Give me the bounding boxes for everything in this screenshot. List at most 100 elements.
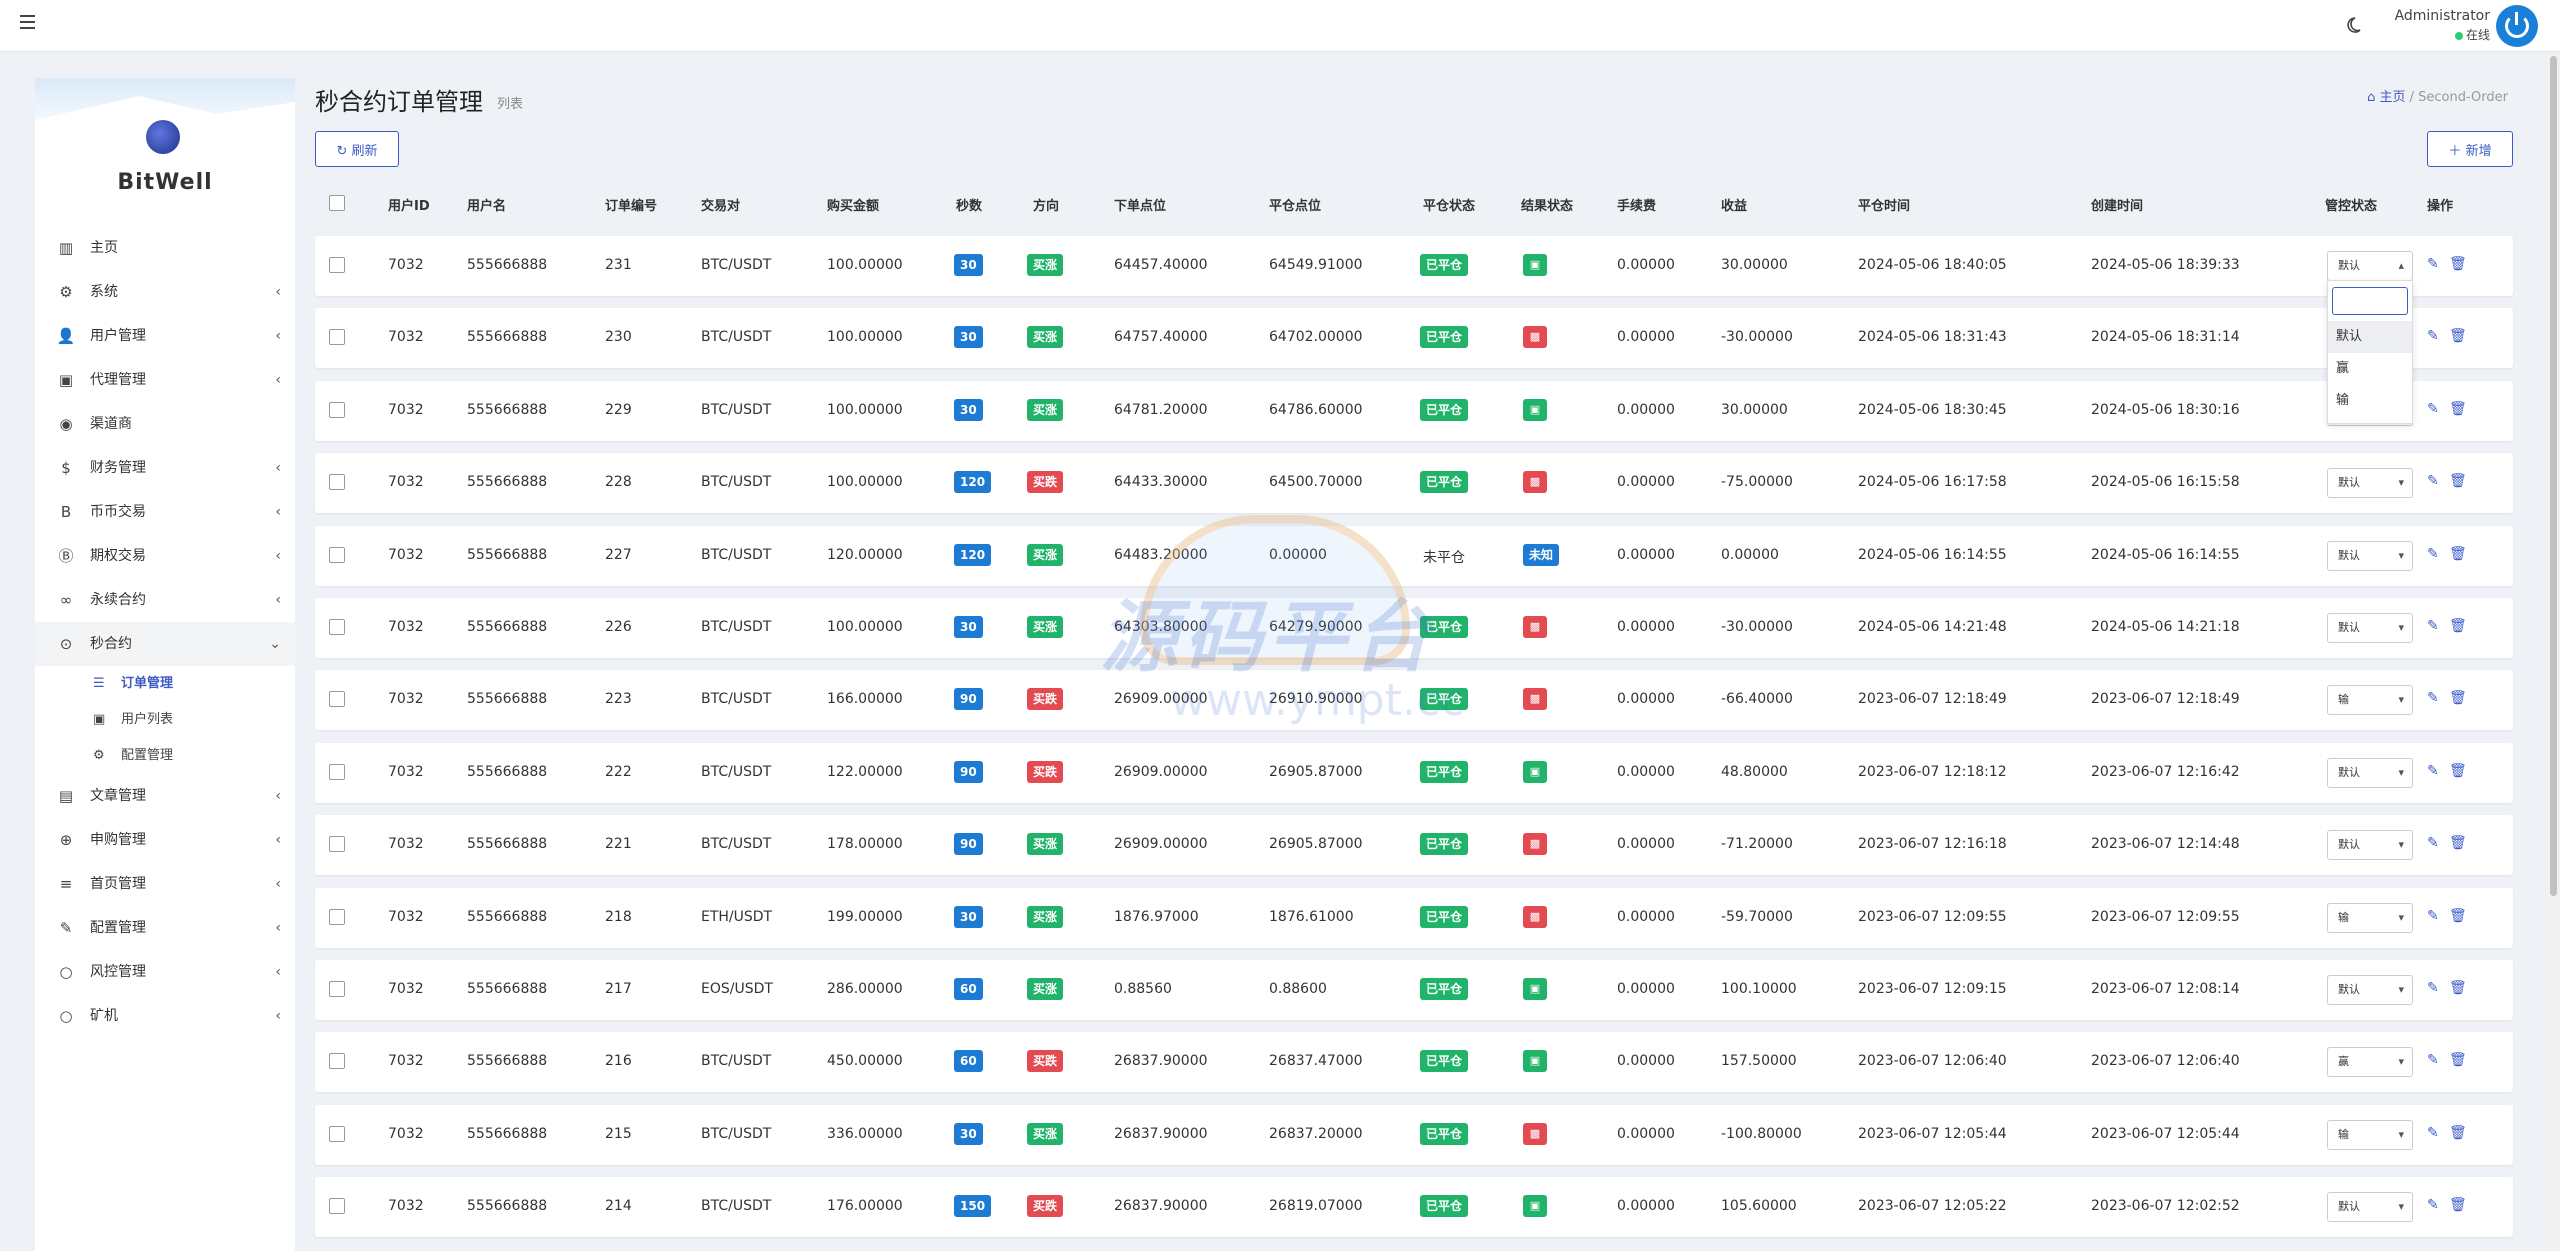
sidebar-item-4[interactable]: ◉ 渠道商 <box>35 402 295 446</box>
control-status-select[interactable]: 输 <box>2327 902 2413 933</box>
sidebar-item-9[interactable]: ⊙ 秒合约 ⌄ <box>35 622 295 666</box>
sidebar-item-14[interactable]: ○ 风控管理 ‹ <box>35 950 295 994</box>
sidebar-item-0[interactable]: ▥ 主页 <box>35 226 295 270</box>
control-status-select[interactable]: 赢 <box>2327 1047 2413 1078</box>
dropdown-option-win[interactable]: 赢 <box>2328 353 2412 385</box>
edit-icon[interactable]: ✎ <box>2427 546 2439 562</box>
edit-icon[interactable]: ✎ <box>2427 908 2439 924</box>
add-button[interactable]: ＋ 新增 <box>2427 131 2513 167</box>
delete-icon[interactable]: 🗑 <box>2449 908 2467 924</box>
breadcrumb-home-label[interactable]: 主页 <box>2379 90 2405 105</box>
edit-icon[interactable]: ✎ <box>2427 473 2439 489</box>
row-checkbox[interactable] <box>329 1053 345 1070</box>
row-checkbox[interactable] <box>329 401 345 418</box>
control-status-select[interactable]: 默认 <box>2327 468 2413 499</box>
cell-user-id: 7032 <box>388 329 424 346</box>
row-checkbox[interactable] <box>329 1198 345 1215</box>
delete-icon[interactable]: 🗑 <box>2449 1125 2467 1141</box>
edit-icon[interactable]: ✎ <box>2427 256 2439 272</box>
avatar[interactable] <box>2496 5 2538 47</box>
select-all-checkbox[interactable] <box>329 195 345 211</box>
cell-amount: 199.00000 <box>827 908 903 925</box>
dropdown-option-lose[interactable]: 输 <box>2328 385 2412 417</box>
delete-icon[interactable]: 🗑 <box>2449 401 2467 417</box>
row-checkbox[interactable] <box>329 1125 345 1142</box>
delete-icon[interactable]: 🗑 <box>2449 835 2467 851</box>
delete-icon[interactable]: 🗑 <box>2449 980 2467 996</box>
dropdown-option-default[interactable]: 默认 <box>2328 321 2412 353</box>
delete-icon[interactable]: 🗑 <box>2449 618 2467 634</box>
control-status-select[interactable]: 输 <box>2327 685 2413 716</box>
row-checkbox[interactable] <box>329 691 345 708</box>
sidebar-item-6[interactable]: B 币币交易 ‹ <box>35 490 295 534</box>
cell-username: 555666888 <box>467 546 548 563</box>
refresh-button[interactable]: ↻ 刷新 <box>315 131 399 167</box>
row-checkbox[interactable] <box>329 836 345 853</box>
cell-open-price: 26837.90000 <box>1114 1053 1208 1070</box>
sidebar-item-label: 文章管理 <box>90 788 146 804</box>
sidebar-subitem-2[interactable]: ⚙ 配置管理 <box>35 738 295 774</box>
delete-icon[interactable]: 🗑 <box>2449 328 2467 344</box>
cell-close-price: 64500.70000 <box>1269 474 1363 491</box>
row-checkbox[interactable] <box>329 257 345 273</box>
edit-icon[interactable]: ✎ <box>2427 1052 2439 1068</box>
delete-icon[interactable]: 🗑 <box>2449 473 2467 489</box>
cell-username: 555666888 <box>467 691 548 708</box>
scrollbar-thumb[interactable] <box>2550 56 2557 896</box>
delete-icon[interactable]: 🗑 <box>2449 546 2467 562</box>
delete-icon[interactable]: 🗑 <box>2449 1052 2467 1068</box>
delete-icon[interactable]: 🗑 <box>2449 1197 2467 1213</box>
edit-icon[interactable]: ✎ <box>2427 835 2439 851</box>
delete-icon[interactable]: 🗑 <box>2449 256 2467 272</box>
row-checkbox[interactable] <box>329 619 345 635</box>
sidebar-item-label: 首页管理 <box>90 876 146 892</box>
breadcrumb-home[interactable]: ⌂ 主页 <box>2367 90 2405 105</box>
sidebar-item-13[interactable]: ✎ 配置管理 ‹ <box>35 906 295 950</box>
edit-icon[interactable]: ✎ <box>2427 618 2439 634</box>
sidebar-item-7[interactable]: Ⓑ 期权交易 ‹ <box>35 534 295 578</box>
control-status-select[interactable]: 默认 <box>2327 1192 2413 1223</box>
row-checkbox[interactable] <box>329 329 345 346</box>
sidebar-item-1[interactable]: ⚙ 系统 ‹ <box>35 270 295 314</box>
sidebar-item-11[interactable]: ⊕ 申购管理 ‹ <box>35 818 295 862</box>
cell-profit: 157.50000 <box>1721 1053 1797 1070</box>
dark-mode-moon-icon[interactable] <box>2343 15 2363 35</box>
row-checkbox[interactable] <box>329 908 345 925</box>
control-status-select[interactable]: 默认 <box>2327 613 2413 643</box>
sidebar-item-3[interactable]: ▣ 代理管理 ‹ <box>35 358 295 402</box>
cell-close-time: 2023-06-07 12:09:55 <box>1858 908 2007 925</box>
delete-icon[interactable]: 🗑 <box>2449 763 2467 779</box>
dropdown-search-input[interactable] <box>2332 287 2408 315</box>
sidebar-item-5[interactable]: $ 财务管理 ‹ <box>35 446 295 490</box>
sidebar-item-2[interactable]: 👤 用户管理 ‹ <box>35 314 295 358</box>
control-status-select[interactable]: 默认 <box>2327 251 2413 281</box>
sidebar-item-8[interactable]: ∞ 永续合约 ‹ <box>35 578 295 622</box>
control-status-select[interactable]: 默认 <box>2327 757 2413 788</box>
sidebar-subitem-0[interactable]: ☰ 订单管理 <box>35 666 295 702</box>
cell-amount: 100.00000 <box>827 401 903 418</box>
control-status-select[interactable]: 默认 <box>2327 830 2413 861</box>
sidebar-item-12[interactable]: ≡ 首页管理 ‹ <box>35 862 295 906</box>
edit-icon[interactable]: ✎ <box>2427 1197 2439 1213</box>
edit-icon[interactable]: ✎ <box>2427 328 2439 344</box>
row-checkbox[interactable] <box>329 763 345 780</box>
edit-icon[interactable]: ✎ <box>2427 1125 2439 1141</box>
sidebar-item-15[interactable]: ○ 矿机 ‹ <box>35 994 295 1038</box>
row-checkbox[interactable] <box>329 981 345 997</box>
control-status-select[interactable]: 输 <box>2327 1119 2413 1150</box>
sidebar-item-label: 主页 <box>90 240 118 256</box>
edit-icon[interactable]: ✎ <box>2427 763 2439 779</box>
hamburger-menu-icon[interactable] <box>20 15 35 29</box>
sidebar-item-10[interactable]: ▤ 文章管理 ‹ <box>35 774 295 818</box>
control-status-select[interactable]: 默认 <box>2327 540 2413 571</box>
delete-icon[interactable]: 🗑 <box>2449 690 2467 706</box>
sidebar-subitem-1[interactable]: ▣ 用户列表 <box>35 702 295 738</box>
edit-icon[interactable]: ✎ <box>2427 401 2439 417</box>
admin-name[interactable]: Administrator <box>2395 8 2490 24</box>
control-status-select[interactable]: 默认 <box>2327 975 2413 1005</box>
row-checkbox[interactable] <box>329 546 345 563</box>
edit-icon[interactable]: ✎ <box>2427 690 2439 706</box>
row-checkbox[interactable] <box>329 474 345 491</box>
link-icon: ∞ <box>59 591 73 609</box>
edit-icon[interactable]: ✎ <box>2427 980 2439 996</box>
